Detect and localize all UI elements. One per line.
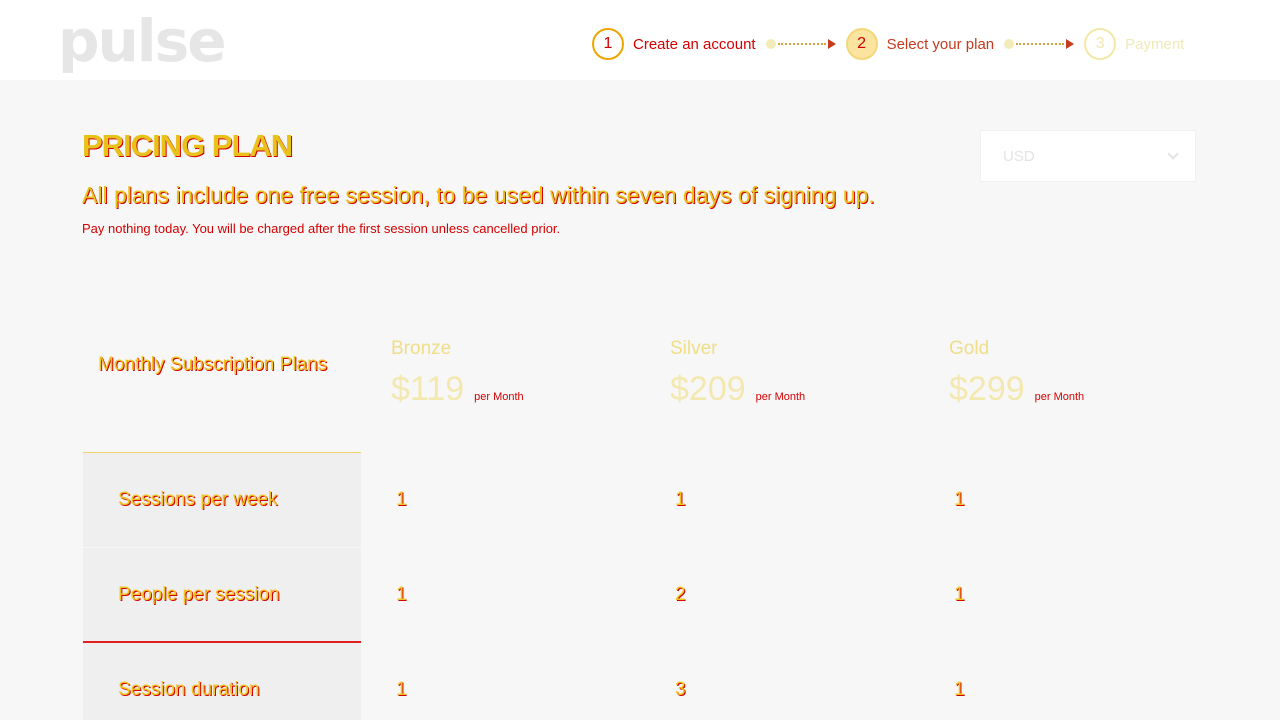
step-create-account[interactable]: 1 Create an account bbox=[592, 28, 756, 60]
plan-price-unit: per Month bbox=[1034, 391, 1085, 403]
plans-table-heading: Monthly Subscription Plans bbox=[98, 354, 328, 375]
currency-select[interactable]: USD bbox=[980, 130, 1196, 182]
plan-gold[interactable]: Gold $299 per Month bbox=[949, 338, 1084, 409]
step-connector-arrow bbox=[765, 39, 836, 49]
step-1-label: Create an account bbox=[633, 35, 756, 53]
plan-price-unit: per Month bbox=[755, 391, 806, 403]
step-3-label: Payment bbox=[1125, 35, 1185, 53]
step-2-label: Select your plan bbox=[886, 35, 995, 53]
table-cell: 1 bbox=[675, 488, 686, 510]
step-select-plan[interactable]: 2 Select your plan bbox=[845, 28, 995, 60]
table-cell: 3 bbox=[675, 678, 686, 700]
plan-price-value: $119 bbox=[391, 370, 465, 408]
table-row: 1 3 1 bbox=[83, 642, 1203, 720]
plan-price: $299 per Month bbox=[949, 370, 1084, 409]
signup-progress-steps: 1 Create an account 2 Select your plan 3… bbox=[592, 26, 1184, 62]
plan-name: Gold bbox=[949, 338, 990, 359]
table-row: 1 2 1 bbox=[83, 547, 1203, 642]
plan-silver[interactable]: Silver $209 per Month bbox=[670, 338, 805, 409]
pricing-subtitle: All plans include one free session, to b… bbox=[82, 182, 875, 208]
currency-selected-value: USD bbox=[1003, 147, 1035, 165]
table-cell: 2 bbox=[675, 583, 686, 605]
plan-price-value: $299 bbox=[949, 370, 1025, 408]
table-cell: 1 bbox=[954, 488, 965, 510]
plan-name: Bronze bbox=[391, 338, 452, 359]
pulse-logo[interactable]: pulse bbox=[58, 6, 227, 76]
step-connector-arrow bbox=[1004, 39, 1075, 49]
chevron-down-icon bbox=[1167, 148, 1179, 160]
table-cell: 1 bbox=[954, 678, 965, 700]
table-cell: 1 bbox=[954, 583, 965, 605]
plan-bronze[interactable]: Bronze $119 per Month bbox=[391, 338, 524, 409]
step-payment[interactable]: 3 Payment bbox=[1084, 28, 1184, 60]
top-header: pulse 1 Create an account 2 Select your … bbox=[0, 0, 1280, 80]
plan-price: $119 per Month bbox=[391, 370, 524, 409]
plan-price-value: $209 bbox=[670, 370, 746, 408]
feature-values: 1 1 1 1 2 1 1 3 1 bbox=[83, 452, 1203, 720]
table-cell: 1 bbox=[396, 583, 407, 605]
plan-price: $209 per Month bbox=[670, 370, 805, 409]
billing-note: Pay nothing today. You will be charged a… bbox=[82, 221, 561, 236]
plan-name: Silver bbox=[670, 338, 718, 359]
step-3-number: 3 bbox=[1084, 28, 1117, 60]
page-title: PRICING PLAN bbox=[82, 128, 293, 163]
table-cell: 1 bbox=[396, 678, 407, 700]
table-cell: 1 bbox=[396, 488, 407, 510]
table-row: 1 1 1 bbox=[83, 452, 1203, 547]
step-2-number: 2 bbox=[845, 28, 878, 60]
plan-price-unit: per Month bbox=[474, 391, 524, 403]
step-1-number: 1 bbox=[592, 28, 624, 60]
